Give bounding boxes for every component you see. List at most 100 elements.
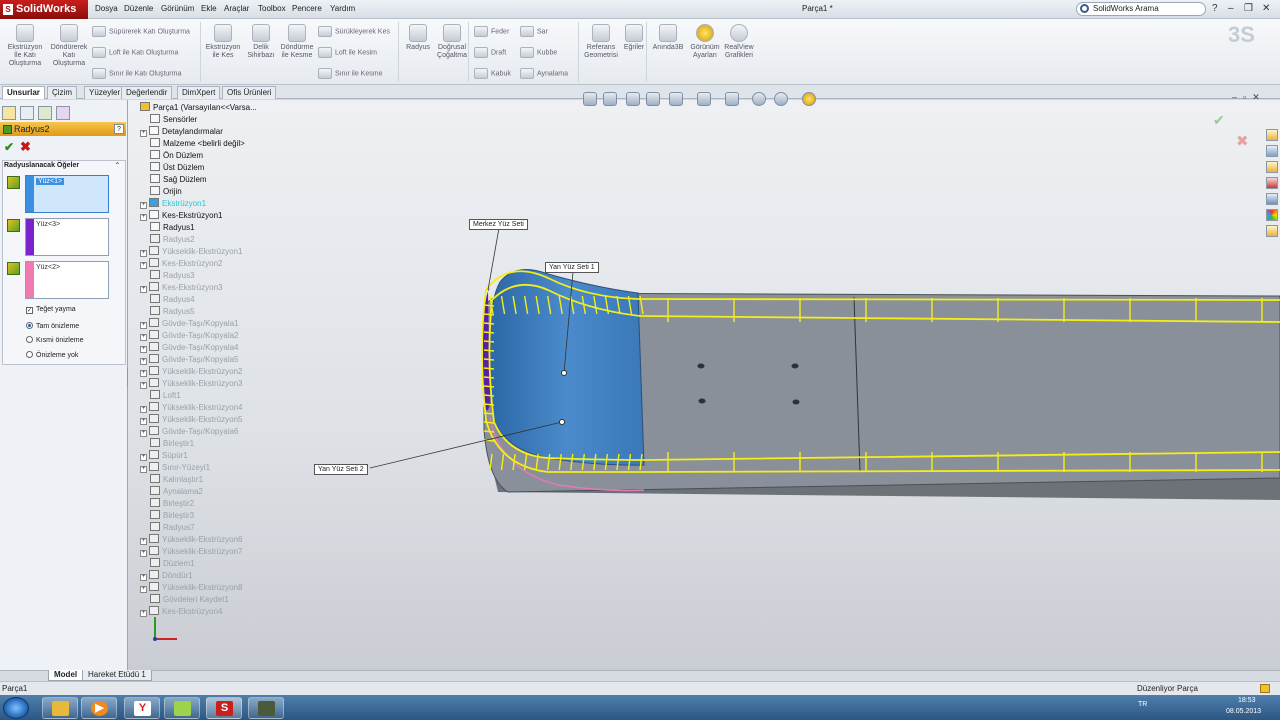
confirm-corner-x-icon[interactable]: ✖	[1236, 132, 1249, 150]
tab-0[interactable]: Unsurlar	[2, 86, 45, 99]
tree-item[interactable]: Birleştir2	[150, 498, 194, 510]
tree-item[interactable]: Radyus4	[150, 294, 195, 306]
expand-icon[interactable]: +	[140, 334, 147, 341]
ribbon-button-4[interactable]: Döndürme ile Kesme	[278, 24, 316, 60]
menu-5[interactable]: Toolbox	[258, 4, 286, 13]
tree-item[interactable]: + Yükseklik-Ekstrüzyon2	[140, 366, 242, 378]
tree-item[interactable]: + Yükseklik-Ekstrüzyon5	[140, 414, 242, 426]
tree-item[interactable]: Birleştir1	[150, 438, 194, 450]
no-preview-radio[interactable]: Önizleme yok	[26, 351, 78, 359]
menu-2[interactable]: Görünüm	[161, 4, 194, 13]
expand-icon[interactable]: +	[140, 130, 147, 137]
start-button[interactable]	[3, 697, 29, 719]
confirm-corner-check-icon[interactable]: ✔	[1213, 112, 1225, 129]
merkez-face-set-callout[interactable]: Merkez Yüz Seti	[469, 219, 528, 230]
tab-5[interactable]: Ofis Ürünleri	[222, 86, 277, 99]
ribbon-button-0[interactable]: Ekstrüzyon İle Katı Oluşturma	[4, 24, 46, 68]
tree-item[interactable]: + Kes-Ekstrüzyon1	[140, 210, 222, 222]
tree-item[interactable]: Sensörler	[150, 114, 197, 126]
motion-study-tab[interactable]: Hareket Etüdü 1	[82, 670, 152, 681]
appearances-icon[interactable]	[1266, 209, 1278, 221]
face-set-2-list[interactable]: Yüz<3>	[25, 218, 109, 256]
menu-4[interactable]: Araçlar	[224, 4, 249, 13]
display-style-icon[interactable]	[697, 92, 711, 106]
expand-icon[interactable]: +	[140, 418, 147, 425]
tree-item[interactable]: Düzlem1	[150, 558, 195, 570]
expand-icon[interactable]: +	[140, 382, 147, 389]
tree-item[interactable]: Orijin	[150, 186, 182, 198]
tree-item[interactable]: + Yükseklik-Ekstrüzyon4	[140, 402, 242, 414]
ribbon-button-3[interactable]: Delik Sihirbazı	[246, 24, 276, 60]
view-palette-icon[interactable]	[1266, 193, 1278, 205]
taskbar-yandex[interactable]: Y	[124, 697, 160, 719]
language-indicator[interactable]: TR	[1138, 701, 1147, 708]
resources-icon[interactable]	[1266, 145, 1278, 157]
design-library-icon[interactable]	[1266, 161, 1278, 173]
face-set-1-list[interactable]: Yüz<1>	[25, 175, 109, 213]
ribbon-small-button-10[interactable]: Kubbe	[520, 47, 557, 58]
tree-item[interactable]: Radyus5	[150, 306, 195, 318]
tree-item[interactable]: Radyus2	[150, 234, 195, 246]
ribbon-button-6[interactable]: Doğrusal Çoğaltma	[434, 24, 470, 60]
expand-icon[interactable]: +	[140, 586, 147, 593]
tree-item[interactable]: Gövdeleri Kaydet1	[150, 594, 229, 606]
solidworks-logo[interactable]: SolidWorks	[0, 0, 88, 19]
tree-item[interactable]: + Yükseklik-Ekstrüzyon3	[140, 378, 242, 390]
restore-button[interactable]: ❐	[1244, 3, 1253, 14]
ribbon-small-button-3[interactable]: Sürükleyerek Kes	[318, 26, 390, 37]
viewport-window-controls[interactable]: –▫✕	[1232, 92, 1266, 103]
expand-icon[interactable]: +	[140, 370, 147, 377]
tree-item[interactable]: + Gövde-Taşı/Kopyala5	[140, 354, 239, 366]
custom-properties-icon[interactable]	[1266, 225, 1278, 237]
expand-icon[interactable]: +	[140, 286, 147, 293]
menu-7[interactable]: Yardım	[330, 4, 355, 13]
tree-item[interactable]: + Kes-Ekstrüzyon3	[140, 282, 222, 294]
ribbon-small-button-11[interactable]: Aynalama	[520, 68, 568, 79]
help-icon[interactable]: ?	[1212, 3, 1218, 14]
tree-item[interactable]: Parça1 (Varsayılan<<Varsa...	[140, 102, 257, 114]
previous-view-icon[interactable]	[626, 92, 640, 106]
ribbon-small-button-6[interactable]: Feder	[474, 26, 509, 37]
home-icon[interactable]	[1266, 129, 1278, 141]
ribbon-small-button-8[interactable]: Kabuk	[474, 68, 511, 79]
tab-2[interactable]: Yüzeyler	[84, 86, 126, 99]
view-settings-icon[interactable]	[802, 92, 816, 106]
taskbar-app[interactable]	[164, 697, 200, 719]
tree-item[interactable]: Birleştir3	[150, 510, 194, 522]
tree-item[interactable]: + Gövde-Taşı/Kopyala1	[140, 318, 239, 330]
ribbon-small-button-9[interactable]: Sar	[520, 26, 548, 37]
tree-item[interactable]: Sağ Düzlem	[150, 174, 207, 186]
tree-item[interactable]: + Sınır-Yüzeyi1	[140, 462, 210, 474]
expand-icon[interactable]: +	[140, 466, 147, 473]
feature-tree-icon[interactable]	[2, 106, 16, 120]
ok-checkmark-icon[interactable]: ✔	[4, 140, 14, 154]
tree-item[interactable]: + Gövde-Taşı/Kopyala4	[140, 342, 239, 354]
zoom-to-fit-icon[interactable]	[583, 92, 597, 106]
tree-item[interactable]: Radyus3	[150, 270, 195, 282]
ribbon-button-10[interactable]: Görünüm Ayarları	[688, 24, 722, 60]
expand-icon[interactable]: +	[140, 430, 147, 437]
expand-icon[interactable]: +	[140, 262, 147, 269]
ribbon-small-button-1[interactable]: Loft ile Katı Oluşturma	[92, 47, 178, 58]
clock-time[interactable]: 18:53	[1238, 697, 1256, 704]
expand-icon[interactable]: +	[140, 610, 147, 617]
model-tab[interactable]: Model	[48, 670, 84, 681]
tree-item[interactable]: Radyus7	[150, 522, 195, 534]
property-manager-icon[interactable]	[20, 106, 34, 120]
ribbon-button-5[interactable]: Radyus	[402, 24, 434, 52]
expand-icon[interactable]: +	[140, 346, 147, 353]
tree-item[interactable]: + Gövde-Taşı/Kopyala6	[140, 426, 239, 438]
tab-1[interactable]: Çizim	[47, 86, 77, 99]
menu-1[interactable]: Düzenle	[124, 4, 153, 13]
expand-icon[interactable]: +	[140, 406, 147, 413]
ribbon-small-button-7[interactable]: Draft	[474, 47, 506, 58]
tree-item[interactable]: + Yükseklik-Ekstrüzyon8	[140, 582, 242, 594]
ribbon-button-11[interactable]: RealView Grafikleri	[722, 24, 756, 60]
ribbon-small-button-2[interactable]: Sınır ile Katı Oluşturma	[92, 68, 181, 79]
help-icon[interactable]: ?	[114, 124, 124, 134]
expand-icon[interactable]: +	[140, 538, 147, 545]
expand-icon[interactable]: +	[140, 250, 147, 257]
face-set-3-list[interactable]: Yüz<2>	[25, 261, 109, 299]
tree-item[interactable]: + Kes-Ekstrüzyon2	[140, 258, 222, 270]
taskbar-media-player[interactable]: ▶	[81, 697, 117, 719]
